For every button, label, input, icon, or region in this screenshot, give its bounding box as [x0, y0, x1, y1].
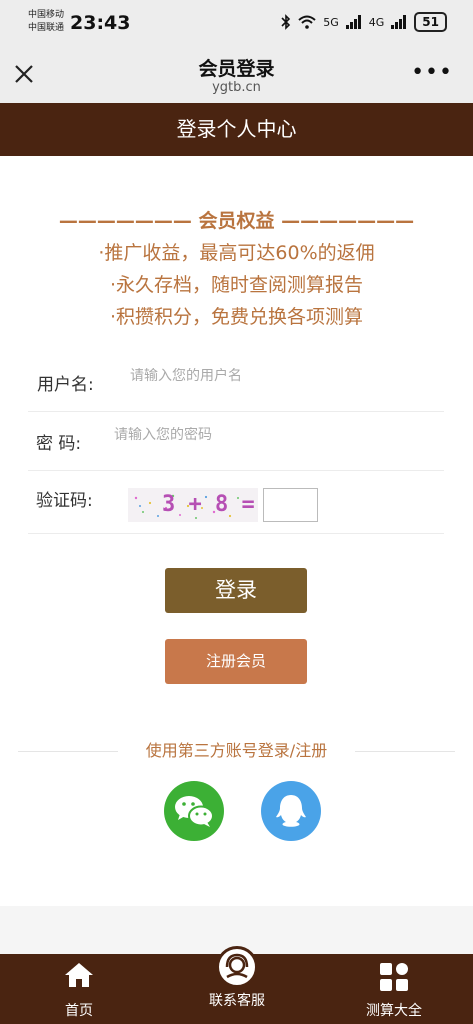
qq-login-button[interactable]	[261, 781, 321, 841]
status-time: 23:43	[70, 12, 131, 34]
nav-domain: ygtb.cn	[212, 80, 261, 95]
headset-icon	[225, 953, 249, 979]
benefit-item: ·永久存档，随时查阅测算报告	[109, 274, 364, 296]
wechat-icon	[175, 796, 214, 827]
benefits-title: ——————— 会员权益 ———————	[58, 210, 415, 232]
network-5g-label: 5G	[323, 15, 339, 29]
password-row: 密 码:	[28, 413, 444, 471]
more-options-button[interactable]: •••	[411, 60, 453, 85]
tab-label: 联系客服	[209, 993, 265, 1009]
network-4g-label: 4G	[368, 15, 385, 29]
username-input[interactable]	[130, 368, 430, 384]
captcha-input[interactable]	[263, 488, 318, 522]
tab-label: 首页	[65, 1003, 93, 1019]
status-icons: 5G 4G 51	[281, 12, 447, 32]
battery-indicator: 51	[414, 12, 447, 32]
captcha-label: 验证码:	[36, 491, 93, 511]
signal-icon-2	[391, 15, 407, 29]
benefit-item: ·推广收益，最高可达60%的返佣	[98, 242, 375, 264]
signal-icon	[345, 15, 361, 29]
nav-title: 会员登录	[198, 58, 275, 80]
status-bar: 中国移动 中国联通 23:43 5G 4G 51	[0, 0, 473, 46]
tab-home[interactable]: 首页	[19, 954, 139, 1024]
nav-bar: 会员登录 ygtb.cn •••	[0, 46, 473, 103]
password-label: 密 码:	[36, 434, 82, 454]
carrier-info: 中国移动 中国联通	[28, 9, 64, 35]
password-input[interactable]	[114, 427, 414, 443]
bottom-tab-bar: 首页 联系客服 测算大全	[0, 946, 473, 1024]
username-row: 用户名:	[28, 354, 444, 412]
carrier-1: 中国移动	[28, 10, 65, 20]
captcha-row: 验证码: 3 + 8 =	[28, 476, 444, 534]
login-button[interactable]: 登录	[165, 568, 307, 613]
third-party-title: 使用第三方账号登录/注册	[145, 741, 328, 760]
home-icon	[65, 963, 93, 987]
grid-icon	[380, 963, 408, 991]
tab-all-calculations[interactable]: 测算大全	[334, 954, 454, 1024]
customer-service-icon	[216, 946, 258, 988]
register-button[interactable]: 注册会员	[165, 639, 307, 684]
wifi-icon	[298, 15, 316, 29]
username-label: 用户名:	[37, 375, 94, 395]
tab-customer-service[interactable]: 联系客服	[177, 946, 297, 1024]
carrier-2: 中国联通	[28, 23, 65, 33]
benefit-item: ·积攒积分，免费兑换各项测算	[109, 306, 364, 328]
bluetooth-icon	[281, 14, 291, 30]
captcha-text: 3 + 8 =	[162, 492, 255, 517]
captcha-image[interactable]: 3 + 8 =	[128, 488, 258, 522]
qq-icon	[276, 795, 306, 827]
tab-label: 测算大全	[366, 1003, 422, 1019]
wechat-login-button[interactable]	[164, 781, 224, 841]
page-header: 登录个人中心	[0, 103, 473, 156]
